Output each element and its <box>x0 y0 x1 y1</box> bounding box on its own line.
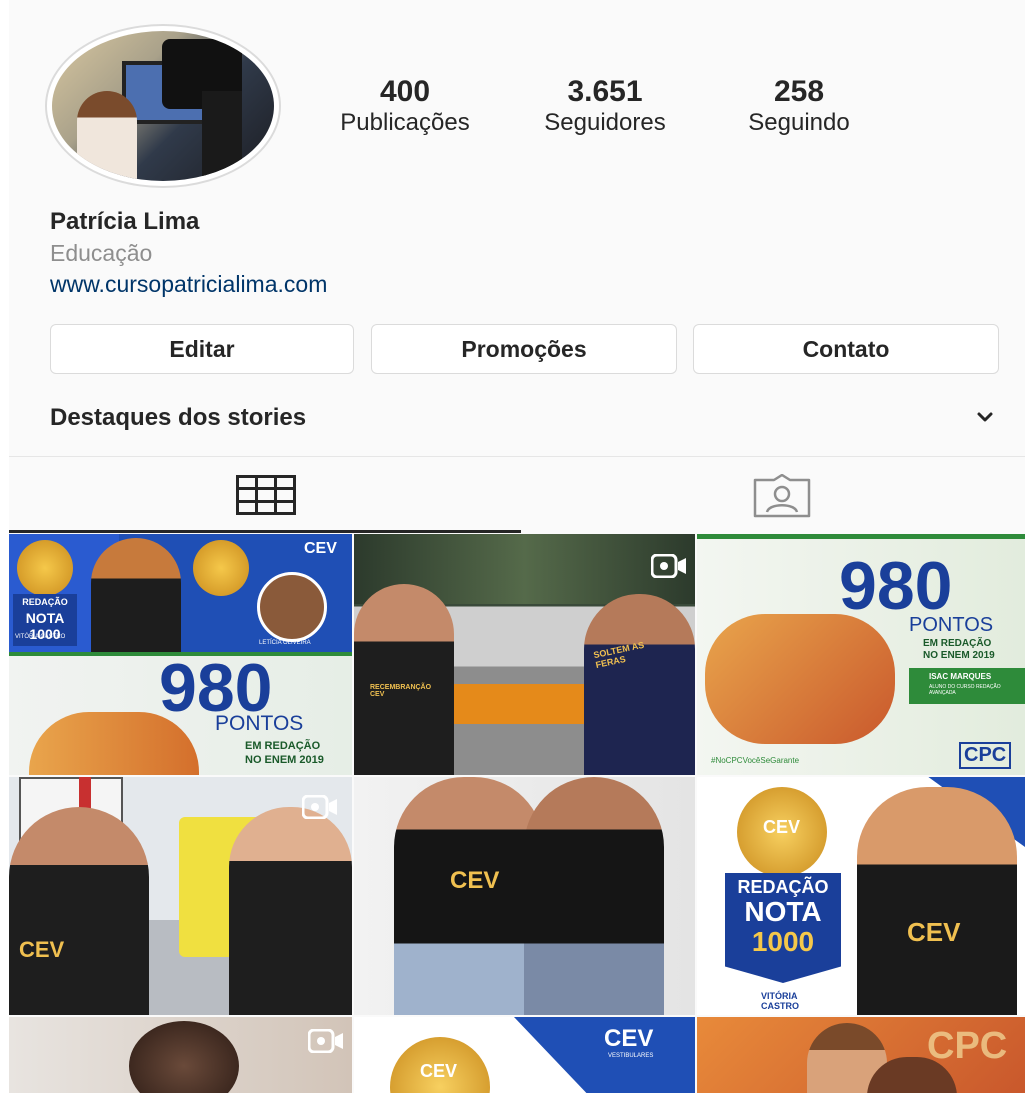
brand-logo-text: CPC <box>927 1025 1008 1067</box>
post-7[interactable] <box>9 1017 352 1093</box>
post-1[interactable]: REDAÇÃO NOTA 1000 CEV VITÓRIA CASTRO LET… <box>9 534 352 775</box>
score-number: 980 <box>839 548 953 624</box>
edit-button[interactable]: Editar <box>50 324 354 374</box>
brand-logo-text: CEV <box>604 1025 654 1052</box>
post-9[interactable]: CPC <box>697 1017 1025 1093</box>
person-photo <box>524 777 664 1015</box>
student-name: ISAC MARQUES <box>929 672 992 681</box>
brand-logo-text: CEV <box>304 540 337 557</box>
post-3[interactable]: 980 PONTOS EM REDAÇÃO NO ENEM 2019 ISAC … <box>697 534 1025 775</box>
grid-icon[interactable] <box>236 475 296 515</box>
post-6[interactable]: CEV REDAÇÃO NOTA 1000 VITÓRIA CASTRO CEV <box>697 777 1025 1015</box>
post-8[interactable]: CEV CEV VESTIBULARES <box>354 1017 695 1093</box>
person-photo <box>229 807 352 1015</box>
tagged-icon[interactable] <box>752 474 812 518</box>
video-icon <box>308 1029 343 1053</box>
score-unit: PONTOS <box>909 614 994 636</box>
students-photo <box>705 614 895 744</box>
score-subtitle: NO ENEM 2019 <box>923 650 995 661</box>
person-photo <box>9 807 149 1015</box>
stat-posts-value: 400 <box>379 75 431 108</box>
award-line: NOTA <box>744 896 822 927</box>
stat-followers-value: 3.651 <box>567 75 643 108</box>
student-name: LETÍCIA OLIVEIRA <box>259 640 311 646</box>
gold-medal-icon <box>17 540 73 596</box>
avatar-photo <box>52 31 274 181</box>
score-subtitle: NO ENEM 2019 <box>245 754 324 766</box>
shirt-print: RECEMBRANÇÃO CEV <box>370 684 432 698</box>
score-subtitle: EM REDAÇÃO <box>245 740 321 752</box>
post-2[interactable]: RECEMBRANÇÃO CEV SOLTEM AS FERAS <box>354 534 695 775</box>
profile-page: 400 Publicações 3.651 Seguidores 258 Seg… <box>9 0 1025 1093</box>
student-name: VITÓRIA CASTRO <box>15 634 66 640</box>
chevron-down-icon[interactable] <box>973 405 997 429</box>
active-tab-indicator <box>9 530 521 533</box>
shirt-print: CEV <box>450 867 500 894</box>
medal-text: CEV <box>763 817 801 837</box>
person-photo <box>354 584 454 775</box>
person-photo <box>394 777 544 1015</box>
student-course: ALUNO DO CURSO REDAÇÃO AVANÇADA <box>929 684 1001 696</box>
award-banner-mid: NOTA <box>25 610 65 626</box>
award-banner-top: REDAÇÃO <box>22 597 68 607</box>
student-photo <box>91 538 181 654</box>
profile-avatar[interactable] <box>45 24 281 188</box>
profile-category: Educação <box>50 240 153 266</box>
stat-following[interactable]: 258 Seguindo <box>724 76 874 138</box>
medal-text: CEV <box>420 1061 458 1081</box>
award-line: REDAÇÃO <box>737 877 829 897</box>
person-photo <box>129 1021 239 1093</box>
gold-medal-icon <box>193 540 249 596</box>
student-name: VITÓRIA CASTRO <box>761 991 799 1011</box>
score-unit: PONTOS <box>215 712 304 735</box>
post-4[interactable]: CEV <box>9 777 352 1015</box>
award-line: 1000 <box>751 926 815 957</box>
brand-logo-subtitle: VESTIBULARES <box>608 1053 654 1059</box>
stat-followers[interactable]: 3.651 Seguidores <box>516 76 694 138</box>
shirt-print: CEV <box>907 917 961 947</box>
stat-following-value: 258 <box>773 75 825 108</box>
stat-posts-label: Publicações <box>340 109 470 136</box>
hashtag: #NoCPCVocêSeGarante <box>711 756 800 765</box>
post-5[interactable]: CEV <box>354 777 695 1015</box>
shirt-print: CEV <box>19 937 65 962</box>
contact-button[interactable]: Contato <box>693 324 999 374</box>
stat-posts[interactable]: 400 Publicações <box>317 76 493 138</box>
brand-logo-text: CPC <box>959 742 1012 769</box>
profile-name: Patrícia Lima <box>50 208 200 235</box>
video-icon <box>302 795 337 819</box>
score-subtitle: EM REDAÇÃO <box>923 638 992 649</box>
student-photo <box>857 787 1017 1015</box>
student-photo <box>257 572 327 642</box>
promotions-button[interactable]: Promoções <box>371 324 677 374</box>
video-icon <box>651 554 686 578</box>
profile-tabs <box>9 457 1025 533</box>
stat-followers-label: Seguidores <box>544 109 666 136</box>
stat-following-label: Seguindo <box>748 109 850 136</box>
person-photo <box>584 594 695 775</box>
profile-website-link[interactable]: www.cursopatricialima.com <box>50 271 327 298</box>
story-highlights-label[interactable]: Destaques dos stories <box>50 404 306 432</box>
